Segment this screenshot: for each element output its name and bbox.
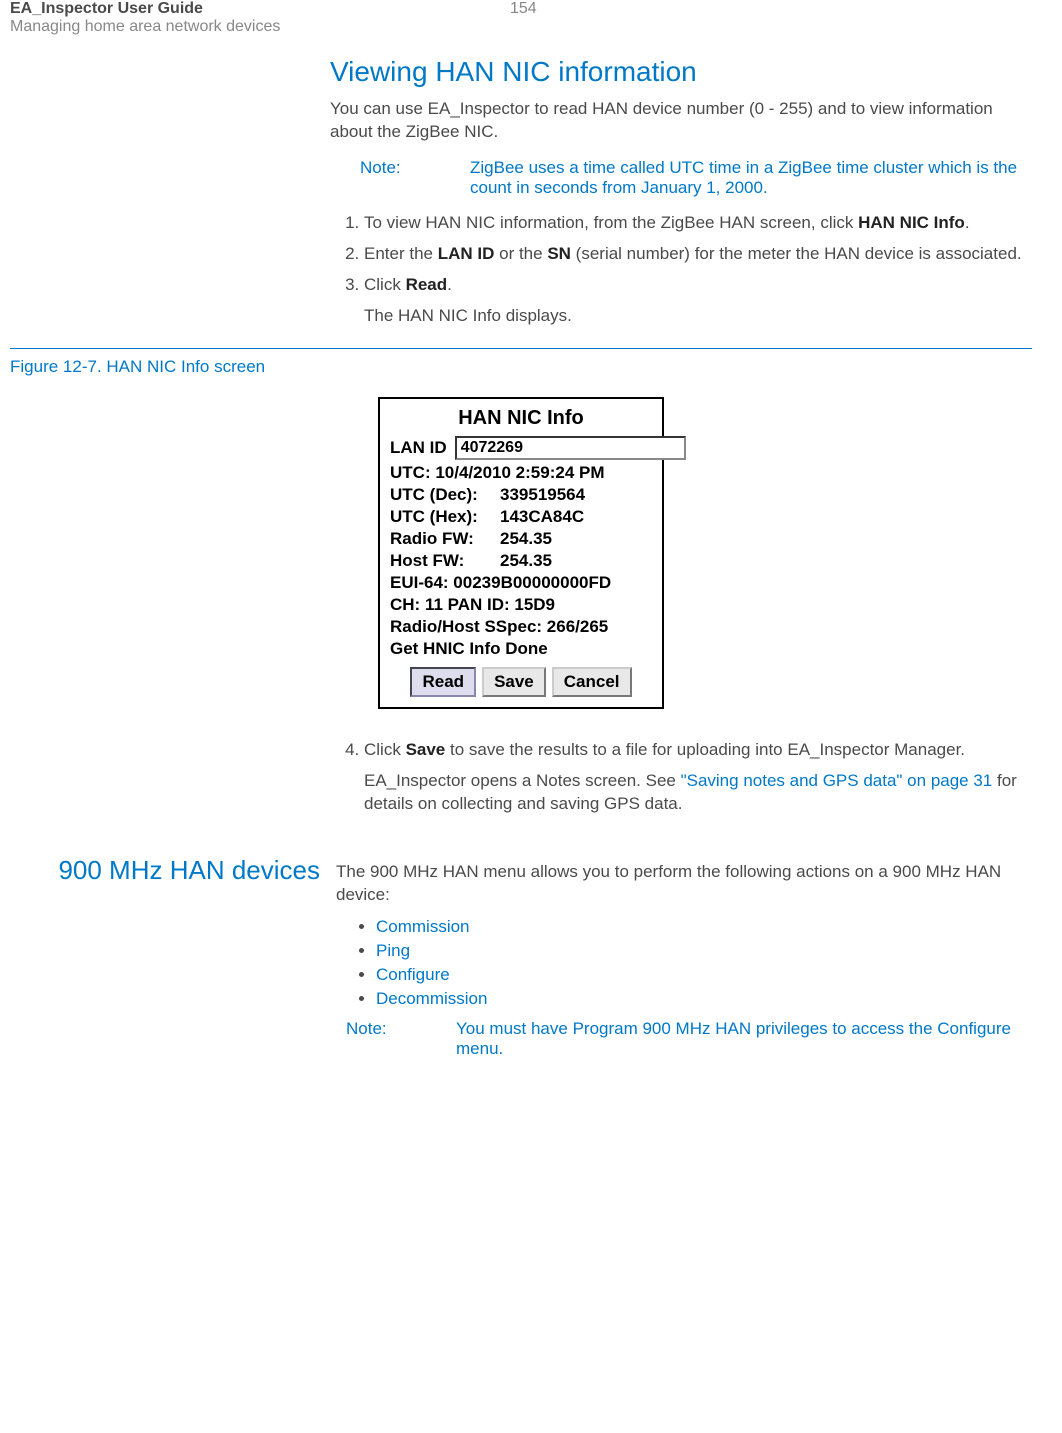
cancel-button[interactable]: Cancel [552,667,632,697]
radio-fw-value: 254.35 [500,529,552,549]
step-3-bold: Read [406,275,448,294]
step-2-text-a: Enter the [364,244,438,263]
note-text: ZigBee uses a time called UTC time in a … [470,158,1032,198]
step-3-sub: The HAN NIC Info displays. [364,305,1032,328]
section-heading-900mhz: 900 MHz HAN devices [10,855,336,886]
step-3: Click Read. The HAN NIC Info displays. [364,274,1032,328]
step-4-sub-a: EA_Inspector opens a Notes screen. See [364,771,681,790]
step-1-text-c: . [965,213,970,232]
bullet-commission[interactable]: Commission [376,917,470,936]
eui-line: EUI-64: 00239B00000000FD [390,573,652,593]
han-nic-info-panel: HAN NIC Info LAN ID UTC: 10/4/2010 2:59:… [378,397,664,709]
step-1-text-a: To view HAN NIC information, from the Zi… [364,213,858,232]
sspec-line: Radio/Host SSpec: 266/265 [390,617,652,637]
intro-paragraph: You can use EA_Inspector to read HAN dev… [330,98,1032,144]
save-button[interactable]: Save [482,667,546,697]
utc-hex-label: UTC (Hex): [390,507,500,527]
read-button[interactable]: Read [410,667,476,697]
utc-dec-value: 339519564 [500,485,585,505]
step-2-text-c: or the [494,244,547,263]
figure-caption: Figure 12-7. HAN NIC Info screen [10,357,1032,377]
step-4-sub: EA_Inspector opens a Notes screen. See "… [364,770,1032,816]
lan-id-label: LAN ID [390,438,447,458]
doc-subtitle: Managing home area network devices [10,18,510,36]
bullet-configure[interactable]: Configure [376,965,450,984]
step-3-text-a: Click [364,275,406,294]
step-2-bold-2: SN [547,244,571,263]
note2-text-a: You must have [456,1019,573,1038]
note2-label: Note: [346,1019,456,1059]
step-2: Enter the LAN ID or the SN (serial numbe… [364,243,1032,266]
step-4: Click Save to save the results to a file… [364,739,1032,816]
step-4-text-c: to save the results to a file for upload… [445,740,965,759]
section2-intro: The 900 MHz HAN menu allows you to perfo… [336,861,1032,907]
lan-id-input[interactable] [455,436,686,460]
doc-title: EA_Inspector User Guide [10,0,510,18]
host-fw-label: Host FW: [390,551,500,571]
section-heading-viewing-han-nic: Viewing HAN NIC information [330,56,1032,88]
host-fw-value: 254.35 [500,551,552,571]
radio-fw-label: Radio FW: [390,529,500,549]
note-label: Note: [360,158,470,198]
note2-text: You must have Program 900 MHz HAN privil… [456,1019,1032,1059]
bullet-ping[interactable]: Ping [376,941,410,960]
page-number: 154 [510,0,537,18]
step-2-text-e: (serial number) for the meter the HAN de… [571,244,1022,263]
utc-line: UTC: 10/4/2010 2:59:24 PM [390,463,652,483]
utc-hex-value: 143CA84C [500,507,584,527]
step-3-text-c: . [447,275,452,294]
han-panel-title: HAN NIC Info [390,407,652,430]
saving-notes-link[interactable]: "Saving notes and GPS data" on page 31 [681,771,993,790]
figure-divider [10,348,1032,349]
step-2-bold-1: LAN ID [438,244,495,263]
utc-dec-label: UTC (Dec): [390,485,500,505]
bullet-decommission[interactable]: Decommission [376,989,487,1008]
status-line: Get HNIC Info Done [390,639,652,659]
step-1: To view HAN NIC information, from the Zi… [364,212,1032,235]
step-4-bold: Save [406,740,446,759]
ch-pan-line: CH: 11 PAN ID: 15D9 [390,595,652,615]
step-1-bold: HAN NIC Info [858,213,965,232]
step-4-text-a: Click [364,740,406,759]
